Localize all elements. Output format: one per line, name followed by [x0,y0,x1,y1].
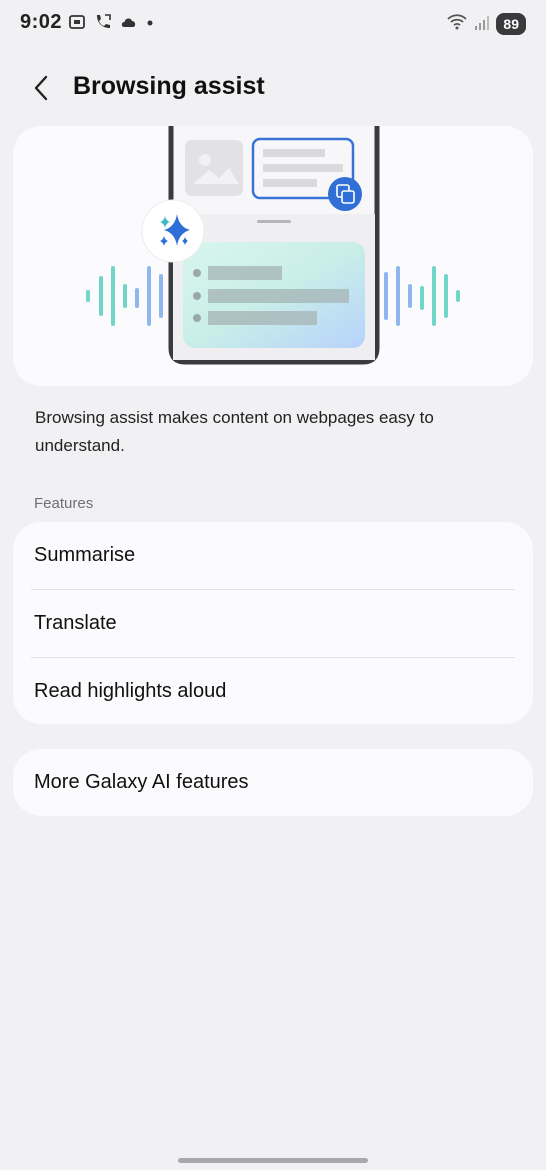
description-text: Browsing assist makes content on webpage… [35,408,434,455]
status-time: 9:02 [20,11,63,33]
features-list: Summarise Translate Read highlights alou… [13,522,533,724]
feature-item-read-highlights-aloud[interactable]: Read highlights aloud [13,658,533,724]
feature-item-translate[interactable]: Translate [13,590,533,657]
more-galaxy-ai-features-label: More Galaxy AI features [34,771,249,793]
back-button[interactable] [26,72,58,104]
status-bar: 9:02 89 [0,0,546,48]
page-title: Browsing assist [73,72,265,100]
screenshot-icon [67,12,87,37]
feature-item-label: Read highlights aloud [34,680,227,702]
wifi-icon [446,12,468,37]
home-indicator[interactable] [178,1158,368,1163]
hero-card [13,126,533,386]
signal-icon [474,12,490,37]
feature-item-label: Summarise [34,544,136,566]
battery-indicator: 89 [496,13,526,35]
dot-icon [145,12,155,37]
more-galaxy-ai-features-button[interactable]: More Galaxy AI features [13,749,533,816]
feature-item-summarise[interactable]: Summarise [13,522,533,589]
system-icons: 89 [446,13,526,35]
features-section-label: Features [34,495,94,512]
browsing-assist-illustration [86,126,460,365]
cloud-icon [119,12,139,37]
app-header: Browsing assist [0,60,546,116]
chevron-left-icon [26,75,58,108]
call-forward-icon [93,12,113,37]
feature-item-label: Translate [34,612,117,634]
notification-icons [67,13,155,35]
